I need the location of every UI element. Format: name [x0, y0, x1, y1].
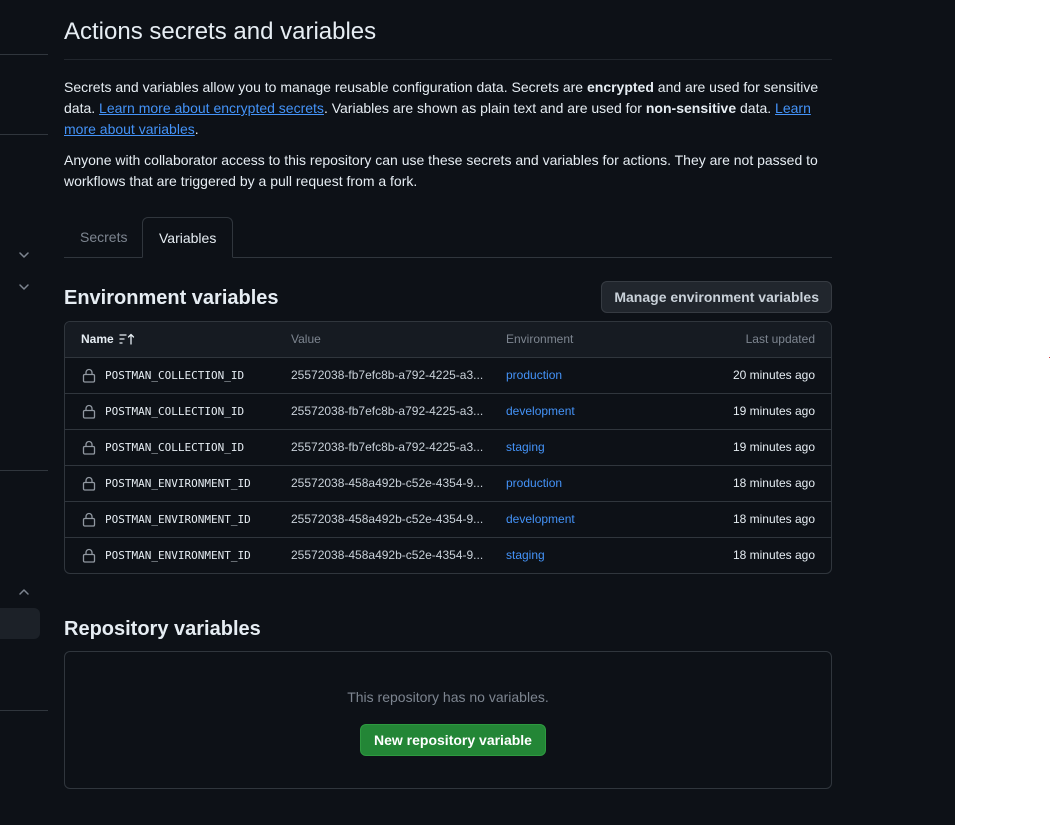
environment-link[interactable]: development	[506, 502, 575, 537]
chevron-down-icon[interactable]	[17, 248, 31, 262]
sidebar-divider	[0, 54, 48, 55]
intro-text: .	[194, 121, 199, 137]
intro-bold: non-sensitive	[645, 100, 737, 116]
sort-ascending-icon[interactable]	[119, 333, 135, 345]
environment-link[interactable]: production	[506, 466, 562, 501]
sidebar-divider	[0, 710, 48, 711]
lock-icon	[82, 512, 96, 527]
lock-icon	[82, 548, 96, 563]
variable-name[interactable]: POSTMAN_ENVIRONMENT_ID	[105, 466, 251, 501]
last-updated: 20 minutes ago	[732, 368, 815, 382]
tab-bar: Secrets Variables	[64, 217, 832, 258]
lock-icon	[82, 368, 96, 383]
table-row[interactable]: POSTMAN_COLLECTION_ID 25572038-fb7efc8b-…	[65, 430, 831, 466]
table-row[interactable]: POSTMAN_ENVIRONMENT_ID 25572038-458a492b…	[65, 466, 831, 502]
table-header: Name Value Environment Last updated	[65, 322, 831, 358]
last-updated: 19 minutes ago	[732, 404, 815, 418]
variable-value: 25572038-458a492b-c52e-4354-9...	[291, 476, 484, 490]
lock-icon	[82, 404, 96, 419]
intro-paragraph: Secrets and variables allow you to manag…	[64, 77, 832, 140]
table-row[interactable]: POSTMAN_ENVIRONMENT_ID 25572038-458a492b…	[65, 538, 831, 573]
environment-link[interactable]: development	[506, 394, 575, 429]
variable-value: 25572038-fb7efc8b-a792-4225-a3...	[291, 368, 484, 382]
environment-link[interactable]: staging	[506, 538, 545, 573]
variable-name[interactable]: POSTMAN_COLLECTION_ID	[105, 430, 244, 465]
tab-variables[interactable]: Variables	[142, 217, 234, 258]
variable-name[interactable]: POSTMAN_ENVIRONMENT_ID	[105, 538, 251, 573]
lock-icon	[82, 476, 96, 491]
stray-pixel	[1049, 357, 1050, 358]
last-updated: 18 minutes ago	[732, 548, 815, 562]
chevron-down-icon[interactable]	[17, 280, 31, 294]
environment-variables-heading: Environment variables	[64, 287, 279, 309]
variable-name[interactable]: POSTMAN_COLLECTION_ID	[105, 358, 244, 393]
variable-name[interactable]: POSTMAN_ENVIRONMENT_ID	[105, 502, 251, 537]
table-row[interactable]: POSTMAN_COLLECTION_ID 25572038-fb7efc8b-…	[65, 394, 831, 430]
intro-text: data.	[736, 100, 776, 116]
environment-link[interactable]: staging	[506, 430, 545, 465]
manage-environment-variables-button[interactable]: Manage environment variables	[601, 281, 832, 313]
environment-link[interactable]: production	[506, 358, 562, 393]
variable-value: 25572038-458a492b-c52e-4354-9...	[291, 512, 484, 526]
tab-secrets[interactable]: Secrets	[64, 217, 143, 257]
learn-more-secrets-link[interactable]: Learn more about encrypted secrets	[99, 100, 324, 116]
intro-bold: encrypted	[586, 79, 654, 95]
lock-icon	[82, 440, 96, 455]
page-title: Actions secrets and variables	[64, 18, 377, 45]
last-updated: 18 minutes ago	[732, 476, 815, 490]
chevron-up-icon[interactable]	[17, 585, 31, 599]
repository-variables-empty-state: This repository has no variables. New re…	[64, 651, 832, 789]
access-note: Anyone with collaborator access to this …	[64, 152, 818, 189]
last-updated: 18 minutes ago	[732, 512, 815, 526]
sidebar-item-selected[interactable]	[0, 608, 40, 639]
column-value-header: Value	[291, 332, 321, 346]
sidebar-divider	[0, 470, 48, 471]
sidebar-divider	[0, 134, 48, 135]
title-divider	[64, 59, 832, 60]
variable-value: 25572038-fb7efc8b-a792-4225-a3...	[291, 440, 484, 454]
column-name-header[interactable]: Name	[81, 322, 135, 357]
new-repository-variable-button[interactable]: New repository variable	[360, 724, 546, 756]
column-environment-header: Environment	[506, 332, 574, 346]
app-window: Actions secrets and variables Secrets an…	[0, 0, 955, 825]
intro-text: Secrets and variables allow you to manag…	[64, 79, 587, 95]
repository-variables-heading: Repository variables	[64, 618, 261, 640]
variable-value: 25572038-fb7efc8b-a792-4225-a3...	[291, 404, 484, 418]
table-row[interactable]: POSTMAN_ENVIRONMENT_ID 25572038-458a492b…	[65, 502, 831, 538]
intro-text: . Variables are shown as plain text and …	[323, 100, 646, 116]
last-updated: 19 minutes ago	[732, 440, 815, 454]
column-name-label: Name	[81, 332, 114, 346]
variable-name[interactable]: POSTMAN_COLLECTION_ID	[105, 394, 244, 429]
table-row[interactable]: POSTMAN_COLLECTION_ID 25572038-fb7efc8b-…	[65, 358, 831, 394]
variable-value: 25572038-458a492b-c52e-4354-9...	[291, 548, 484, 562]
column-updated-header: Last updated	[745, 332, 815, 346]
environment-variables-table: Name Value Environment Last updated POST…	[64, 321, 832, 574]
empty-state-text: This repository has no variables.	[347, 689, 549, 705]
